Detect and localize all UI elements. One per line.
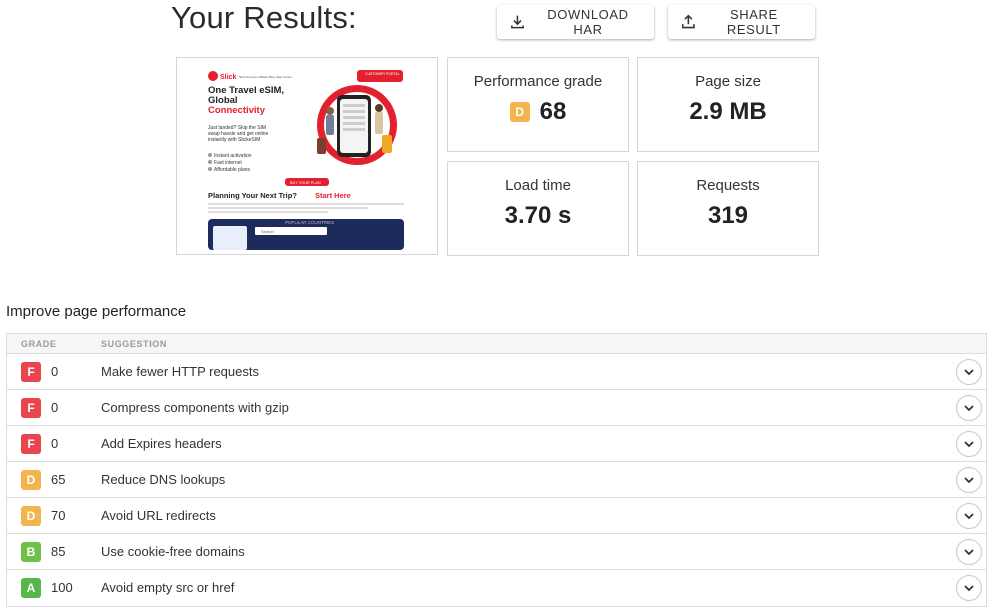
preview-feature-2: Fast internet	[214, 160, 242, 166]
preview-person-2	[375, 112, 383, 134]
table-row[interactable]: F 0 Add Expires headers	[7, 426, 986, 462]
suggestion-text: Make fewer HTTP requests	[101, 364, 259, 379]
preview-nav: Slick Services Affiliate Blog Help Cente…	[239, 75, 292, 79]
performance-grade-value: 68	[539, 98, 567, 125]
grade-badge: D	[21, 470, 41, 490]
grade-score: 0	[51, 400, 59, 415]
load-time-card: Load time 3.70 s	[447, 161, 629, 256]
grade-badge: D	[21, 506, 41, 526]
preview-planning-2: Start Here	[315, 191, 351, 200]
grade-score: 100	[51, 580, 73, 595]
preview-content: Slick Slick Services Affiliate Blog Help…	[207, 70, 405, 250]
table-row[interactable]: F 0 Compress components with gzip	[7, 390, 986, 426]
improve-section-title: Improve page performance	[6, 303, 187, 320]
preview-cta: CUSTOMER PORTAL	[365, 72, 400, 76]
grade-score: 65	[51, 472, 66, 487]
grade-badge: F	[21, 434, 41, 454]
performance-grade-label: Performance grade	[473, 73, 603, 90]
chevron-down-icon	[964, 405, 974, 412]
page-size-label: Page size	[695, 73, 761, 90]
column-header-grade: GRADE	[21, 339, 57, 349]
suggestion-text: Reduce DNS lookups	[101, 472, 226, 487]
load-time-value: 3.70 s	[504, 202, 572, 229]
chevron-down-icon	[964, 477, 974, 484]
requests-value: 319	[707, 202, 749, 229]
performance-grade-card: Performance grade D 68	[447, 57, 629, 152]
preview-search: Search	[261, 229, 274, 234]
table-row[interactable]: F 0 Make fewer HTTP requests	[7, 354, 986, 390]
suggestion-text: Avoid empty src or href	[101, 580, 235, 595]
preview-body-3: instantly with SlickeSIM	[208, 137, 260, 143]
expand-button[interactable]	[956, 503, 982, 529]
preview-feature-3: Affordable plans	[214, 167, 251, 173]
requests-label: Requests	[696, 177, 760, 194]
grade-badge: A	[21, 578, 41, 598]
load-time-label: Load time	[505, 177, 571, 194]
chevron-down-icon	[964, 369, 974, 376]
chevron-down-icon	[964, 513, 974, 520]
share-result-label: SHARE RESULT	[726, 7, 781, 37]
grade-badge: B	[21, 542, 41, 562]
grade-badge: F	[21, 362, 41, 382]
slick-logo-icon	[208, 71, 218, 81]
chevron-down-icon	[964, 585, 974, 592]
preview-mockup: Slick Slick Services Affiliate Blog Help…	[207, 70, 405, 250]
download-icon	[511, 15, 524, 29]
grade-score: 85	[51, 544, 66, 559]
chevron-down-icon	[964, 549, 974, 556]
expand-button[interactable]	[956, 539, 982, 565]
preview-headline-3: Connectivity	[208, 105, 266, 116]
grade-score: 0	[51, 364, 59, 379]
table-header: GRADE SUGGESTION	[7, 334, 986, 354]
expand-button[interactable]	[956, 431, 982, 457]
suggestion-text: Use cookie-free domains	[101, 544, 245, 559]
suggestion-text: Add Expires headers	[101, 436, 222, 451]
preview-brand: Slick	[220, 74, 236, 81]
share-result-button[interactable]: SHARE RESULT	[668, 5, 815, 39]
requests-card: Requests 319	[637, 161, 819, 256]
suggestion-text: Avoid URL redirects	[101, 508, 216, 523]
page-screenshot-preview[interactable]: Slick Slick Services Affiliate Blog Help…	[176, 57, 438, 255]
table-row[interactable]: D 70 Avoid URL redirects	[7, 498, 986, 534]
download-har-label: DOWNLOAD HAR	[547, 7, 629, 37]
preview-planning-1: Planning Your Next Trip?	[208, 191, 297, 200]
expand-button[interactable]	[956, 395, 982, 421]
column-header-suggestion: SUGGESTION	[101, 339, 168, 349]
preview-buy-button: BUY YOUR PLAN	[290, 181, 321, 185]
expand-button[interactable]	[956, 575, 982, 601]
page-title: Your Results:	[171, 0, 357, 35]
download-har-button[interactable]: DOWNLOAD HAR	[497, 5, 654, 39]
suggestions-table: GRADE SUGGESTION F 0 Make fewer HTTP req…	[6, 333, 987, 607]
table-row[interactable]: B 85 Use cookie-free domains	[7, 534, 986, 570]
preview-feature-1: Instant activation	[214, 153, 252, 159]
performance-grade-badge: D	[509, 102, 530, 122]
suggestion-text: Compress components with gzip	[101, 400, 289, 415]
share-icon	[682, 14, 695, 29]
grade-score: 70	[51, 508, 66, 523]
page-size-value: 2.9 MB	[689, 98, 767, 125]
chevron-down-icon	[964, 441, 974, 448]
preview-popular: POPULAR COUNTRIES	[285, 220, 334, 225]
grade-badge: F	[21, 398, 41, 418]
table-row[interactable]: A 100 Avoid empty src or href	[7, 570, 986, 606]
grade-score: 0	[51, 436, 59, 451]
preview-person-1	[326, 115, 334, 135]
expand-button[interactable]	[956, 359, 982, 385]
table-row[interactable]: D 65 Reduce DNS lookups	[7, 462, 986, 498]
page-size-card: Page size 2.9 MB	[637, 57, 819, 152]
expand-button[interactable]	[956, 467, 982, 493]
